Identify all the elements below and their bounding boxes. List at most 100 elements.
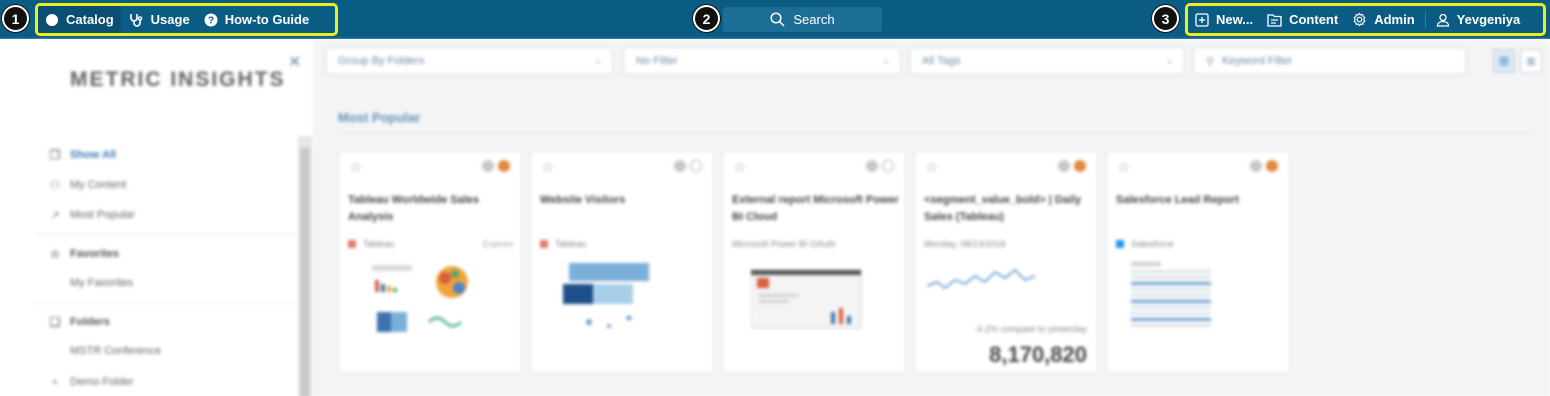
card-date-label: Monday, 08/13/2018 xyxy=(924,239,1006,249)
salesforce-icon xyxy=(1116,240,1124,248)
nav-new-label: New... xyxy=(1216,12,1254,27)
sidebar-item-label: Folders xyxy=(70,316,110,328)
chevron-down-icon: ⌄ xyxy=(593,55,602,66)
info-icon[interactable] xyxy=(866,160,878,172)
favorite-star-icon[interactable]: ☆ xyxy=(541,158,554,176)
catalog-card[interactable]: ☆ Tableau Worldwide Sales Analysis Table… xyxy=(338,151,522,373)
right-nav-highlight: New... Content Admin Yevgeniya xyxy=(1185,3,1546,36)
favorite-star-icon[interactable]: ☆ xyxy=(733,158,746,176)
sidebar-item-my-favorites[interactable]: My Favorites xyxy=(70,277,133,289)
sidebar-item-folders[interactable]: ❏ Folders xyxy=(48,315,110,329)
help-icon: ? xyxy=(204,13,218,26)
status-dot-icon xyxy=(498,160,510,172)
nav-content[interactable]: Content xyxy=(1260,6,1345,33)
sidebar-item-label: My Content xyxy=(70,179,127,191)
info-icon[interactable] xyxy=(1058,160,1070,172)
sidebar-item-mstr-conference[interactable]: MSTR Conference xyxy=(70,345,161,357)
card-source: Tableau xyxy=(540,239,587,249)
tags-dropdown[interactable]: All Tags ⌄ xyxy=(909,47,1185,75)
group-by-value: Group By Folders xyxy=(338,55,425,67)
chevron-down-icon: ⌄ xyxy=(881,55,890,66)
layers-icon: ❐ xyxy=(49,148,61,162)
list-icon: ≣ xyxy=(1525,54,1537,68)
nav-new[interactable]: New... xyxy=(1188,6,1260,33)
trend-icon: ↗ xyxy=(49,208,61,222)
main-catalog-area: Group By Folders ⌄ No Filter ⌄ All Tags ⌄ ⚲… xyxy=(313,40,1550,396)
catalog-card[interactable]: ☆ External report Microsoft Power BI Clo… xyxy=(722,151,906,373)
card-preview-thumbnail xyxy=(1131,262,1211,327)
card-source: Microsoft Power BI OAuth xyxy=(732,239,836,249)
sidebar-item-my-content[interactable]: ⚇ My Content xyxy=(48,178,127,192)
catalog-card[interactable]: ☆ Website Visitors Tableau xyxy=(530,151,714,373)
card-title: <segment_value_bold> | Daily Sales (Tabl… xyxy=(924,194,1082,223)
content-icon xyxy=(1267,13,1282,27)
nav-admin-label: Admin xyxy=(1374,12,1415,27)
sidebar-scrollbar[interactable] xyxy=(298,136,312,396)
sidebar-item-most-popular[interactable]: ↗ Most Popular xyxy=(48,208,135,222)
sidebar-item-show-all[interactable]: ❐ Show All xyxy=(48,148,116,162)
sidebar-item-label: MSTR Conference xyxy=(70,345,162,357)
chevron-down-icon: ⌄ xyxy=(1165,55,1174,66)
sidebar-item-label: Favorites xyxy=(70,248,119,260)
card-compare-text: -4.2% compare to yesterday xyxy=(974,324,1087,334)
status-dot-icon xyxy=(690,160,702,172)
favorite-star-icon[interactable]: ☆ xyxy=(1117,158,1130,176)
keyword-filter-input[interactable]: ⚲ Keyword Filter xyxy=(1193,47,1467,75)
plus-square-icon xyxy=(1195,12,1209,27)
info-icon[interactable] xyxy=(1250,160,1262,172)
sidebar-item-label: Most Popular xyxy=(70,209,135,221)
info-icon[interactable] xyxy=(674,160,686,172)
card-metric-value: 8,170,820 xyxy=(989,342,1087,367)
card-title: Website Visitors xyxy=(540,194,626,206)
blurred-content-area: METRIC INSIGHTS ✕ ❐ Show All ⚇ My Content … xyxy=(0,40,1550,396)
nav-catalog-label: Catalog xyxy=(66,12,114,27)
filter-value: No Filter xyxy=(636,55,678,67)
nav-usage[interactable]: Usage xyxy=(121,6,197,33)
catalog-card[interactable]: ☆ Salesforce Lead Report Salesforce xyxy=(1106,151,1290,373)
sidebar-item-favorites[interactable]: ☆ Favorites xyxy=(48,247,119,261)
list-view-toggle[interactable]: ≣ xyxy=(1520,49,1542,73)
favorite-star-icon[interactable]: ☆ xyxy=(925,158,938,176)
search-label: Search xyxy=(793,12,835,27)
filter-dropdown[interactable]: No Filter ⌄ xyxy=(623,47,901,75)
card-title: Tableau Worldwide Sales Analysis xyxy=(348,194,480,223)
search-button[interactable]: Search xyxy=(723,7,882,32)
card-source-label: Microsoft Power BI OAuth xyxy=(732,239,836,249)
catalog-card[interactable]: ☆ <segment_value_bold> | Daily Sales (Ta… xyxy=(914,151,1098,373)
left-nav-highlight: Catalog Usage ? How-to Guide xyxy=(35,3,338,36)
sidebar-item-demo-folder[interactable]: + Demo Folder xyxy=(48,375,134,389)
nav-content-label: Content xyxy=(1289,12,1339,27)
person-icon: ⚇ xyxy=(49,178,61,192)
callout-2: 2 xyxy=(693,5,720,32)
card-source-label: Tableau xyxy=(555,239,587,249)
nav-admin[interactable]: Admin xyxy=(1345,6,1421,33)
stethoscope-icon xyxy=(129,13,142,27)
gear-icon xyxy=(1353,12,1366,27)
card-sparkline xyxy=(926,268,1036,290)
sidebar-item-label: Demo Folder xyxy=(70,376,134,388)
callout-3: 3 xyxy=(1152,5,1179,32)
sidebar-divider xyxy=(35,302,295,303)
status-dot-icon xyxy=(1266,160,1278,172)
grid-view-toggle[interactable]: ⊞ xyxy=(1493,49,1515,73)
nav-catalog[interactable]: Catalog xyxy=(38,6,121,33)
info-icon[interactable] xyxy=(482,160,494,172)
grid-icon: ⊞ xyxy=(1498,54,1510,68)
user-icon xyxy=(1436,13,1449,27)
group-by-dropdown[interactable]: Group By Folders ⌄ xyxy=(325,47,613,75)
star-icon: ☆ xyxy=(49,247,61,261)
sidebar-item-label: Show All xyxy=(70,149,117,161)
search-icon xyxy=(770,12,785,27)
nav-usage-label: Usage xyxy=(150,12,190,27)
sidebar-divider xyxy=(35,234,295,235)
close-sidebar-icon[interactable]: ✕ xyxy=(288,52,301,72)
catalog-icon xyxy=(46,13,58,26)
section-divider xyxy=(338,132,1534,133)
card-preview-thumbnail xyxy=(372,265,468,332)
card-source: Salesforce xyxy=(1116,239,1174,249)
nav-how-to-guide[interactable]: ? How-to Guide xyxy=(197,6,317,33)
nav-user-menu[interactable]: Yevgeniya xyxy=(1429,6,1528,33)
card-status: Expires xyxy=(482,239,513,249)
scrollbar-thumb[interactable] xyxy=(300,148,310,396)
favorite-star-icon[interactable]: ☆ xyxy=(349,158,362,176)
